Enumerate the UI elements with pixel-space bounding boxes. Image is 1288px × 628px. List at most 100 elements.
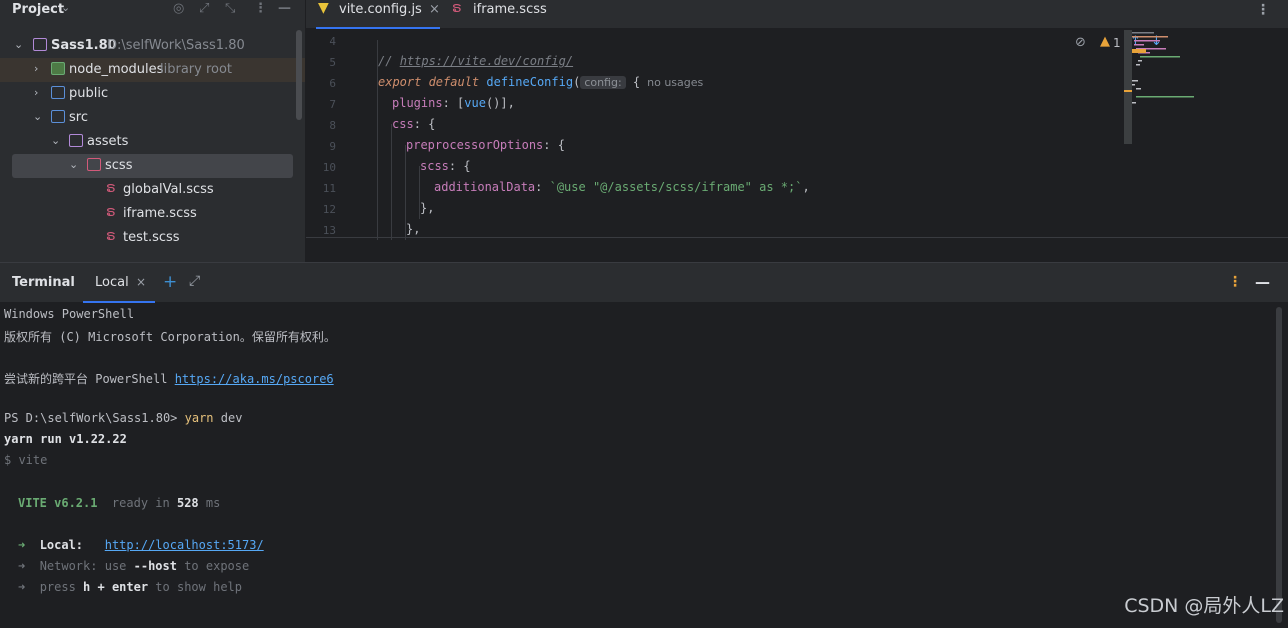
line-number: 12 (322, 203, 336, 216)
terminal-link[interactable]: https://aka.ms/pscore6 (175, 372, 334, 386)
project-scrollbar[interactable] (296, 30, 302, 120)
tab-label: Local (95, 275, 129, 290)
expand-all-icon[interactable]: ⤢ (199, 1, 209, 16)
terminal-line: 尝试新的跨平台 PowerShell https://aka.ms/pscore… (4, 370, 334, 387)
close-icon[interactable]: × (136, 275, 146, 289)
reader-mode-icon[interactable]: ⊘ (1075, 35, 1086, 50)
terminal-title: Terminal (12, 275, 75, 290)
close-icon[interactable]: × (429, 2, 440, 17)
code-line-5: // https://vite.dev/config/ (378, 54, 573, 68)
warning-count[interactable]: 1 (1113, 36, 1121, 50)
tree-item-label: node_modules (69, 62, 164, 77)
chevron-down-icon[interactable]: ⌄ (33, 110, 42, 123)
property: plugins (392, 96, 443, 110)
tab-iframe-scss[interactable]: ຣ iframe.scss (452, 0, 562, 29)
folder-icon (87, 158, 101, 171)
terminal-scrollbar[interactable] (1276, 307, 1282, 623)
keyword: export default (378, 75, 487, 89)
code-minimap[interactable] (1124, 30, 1284, 144)
vite-version: VITE v6.2.1 (18, 496, 98, 510)
property: css (392, 117, 414, 131)
more-options-icon[interactable]: ⋮ (1228, 274, 1242, 290)
arrow-right-icon: ➜ (18, 538, 26, 552)
line-number: 7 (329, 98, 336, 111)
chevron-down-icon[interactable]: ⌄ (14, 38, 23, 51)
terminal-command: yarn (184, 411, 214, 425)
tree-item-iframe-scss[interactable]: ຣ iframe.scss (0, 202, 300, 226)
tree-item-test-scss[interactable]: ຣ test.scss (0, 226, 300, 250)
watermark: CSDN @局外人LZ (1124, 595, 1284, 617)
tree-item-node-modules[interactable]: › node_modules library root (0, 58, 305, 82)
code-line-6: export default defineConfig(config: { no… (378, 75, 703, 89)
chevron-down-icon[interactable]: ⌄ (69, 158, 78, 171)
terminal-label: Network (39, 559, 91, 573)
more-options-icon[interactable]: ⋮ (254, 1, 267, 16)
tab-label: vite.config.js (339, 2, 422, 17)
expand-icon[interactable]: ⤢ (189, 273, 200, 289)
string-literal: `@use "@/assets/scss/iframe" as *;` (549, 180, 803, 194)
target-icon[interactable]: ◎ (173, 1, 184, 16)
localhost-link[interactable]: http://localhost:5173/ (105, 538, 264, 552)
tree-item-label: test.scss (123, 230, 180, 245)
terminal-header: Terminal Local × + ⤢ ⋮ — (0, 263, 1288, 303)
folder-icon (51, 86, 65, 99)
minimize-icon[interactable]: — (278, 1, 291, 16)
punctuation: : { (543, 138, 565, 152)
terminal-line: ➜ Local: http://localhost:5173/ (18, 538, 264, 552)
tree-item-globalval-scss[interactable]: ຣ globalVal.scss (0, 178, 300, 202)
punctuation: ()], (485, 96, 515, 110)
usages-hint[interactable]: no usages (640, 76, 703, 89)
punctuation: : (535, 180, 550, 194)
tree-item-public[interactable]: › public (0, 82, 300, 106)
terminal-text: : use (90, 559, 134, 573)
function-name: defineConfig (486, 75, 574, 89)
add-tab-icon[interactable]: + (163, 272, 177, 292)
minimize-icon[interactable]: — (1255, 273, 1270, 291)
line-number: 4 (329, 35, 336, 48)
tree-item-hint: library root (160, 62, 233, 77)
tab-vite-config[interactable]: ▼ vite.config.js × (316, 0, 440, 29)
chevron-down-icon[interactable]: ⌄ (61, 1, 70, 14)
punctuation: { (625, 75, 641, 89)
project-title[interactable]: Project (12, 2, 64, 17)
comment: // (378, 54, 400, 68)
collapse-all-icon[interactable]: ⤡ (225, 1, 235, 16)
terminal-text: to expose (176, 559, 250, 573)
project-panel: Project ⌄ ◎ ⤢ ⤡ ⋮ — ⌄ Sass1.80 D:\selfWo… (0, 0, 305, 262)
tab-local[interactable]: Local × (83, 263, 155, 303)
terminal-line: PS D:\selfWork\Sass1.80> yarn dev (4, 411, 242, 425)
sass-file-icon: ຣ (106, 180, 116, 196)
tree-item-label: scss (105, 158, 133, 173)
more-options-icon[interactable]: ⋮ (1256, 2, 1270, 18)
code-line-8: css: { (392, 117, 435, 131)
project-header: Project ⌄ ◎ ⤢ ⤡ ⋮ — (0, 0, 305, 22)
tree-item-scss[interactable]: ⌄ scss (12, 154, 293, 178)
tree-item-label: src (69, 110, 88, 125)
folder-icon (33, 38, 47, 51)
property: preprocessorOptions (406, 138, 544, 152)
tree-item-assets[interactable]: ⌄ assets (0, 130, 300, 154)
line-number: 5 (329, 56, 336, 69)
chevron-right-icon[interactable]: › (34, 62, 38, 75)
terminal-text: ready in (97, 496, 177, 510)
terminal-arg: dev (213, 411, 243, 425)
indent-guide (391, 124, 392, 240)
warning-icon[interactable]: ▲ (1100, 34, 1110, 49)
line-number: 11 (322, 182, 336, 195)
tree-item-src[interactable]: ⌄ src (0, 106, 300, 130)
code-line-13: }, (406, 222, 421, 236)
terminal-key: h + enter (83, 580, 149, 594)
chevron-down-icon[interactable]: ⌄ (51, 134, 60, 147)
punctuation: : [ (442, 96, 465, 110)
code-line-12: }, (420, 201, 435, 215)
line-number: 9 (329, 140, 336, 153)
terminal-line: ➜ press h + enter to show help (18, 580, 242, 594)
terminal-prompt: PS D:\selfWork\Sass1.80> (4, 411, 185, 425)
arrow-right-icon: ➜ (18, 580, 26, 594)
editor-panel: ▼ vite.config.js × ຣ iframe.scss ⋮ 4 5 6… (306, 0, 1288, 262)
tree-item-root[interactable]: ⌄ Sass1.80 D:\selfWork\Sass1.80 (0, 34, 300, 58)
code-line-7: plugins: [vue()], (392, 96, 515, 110)
chevron-right-icon[interactable]: › (34, 86, 38, 99)
code-line-11: additionalData: `@use "@/assets/scss/ifr… (434, 180, 810, 194)
comment-link[interactable]: https://vite.dev/config/ (400, 54, 573, 68)
